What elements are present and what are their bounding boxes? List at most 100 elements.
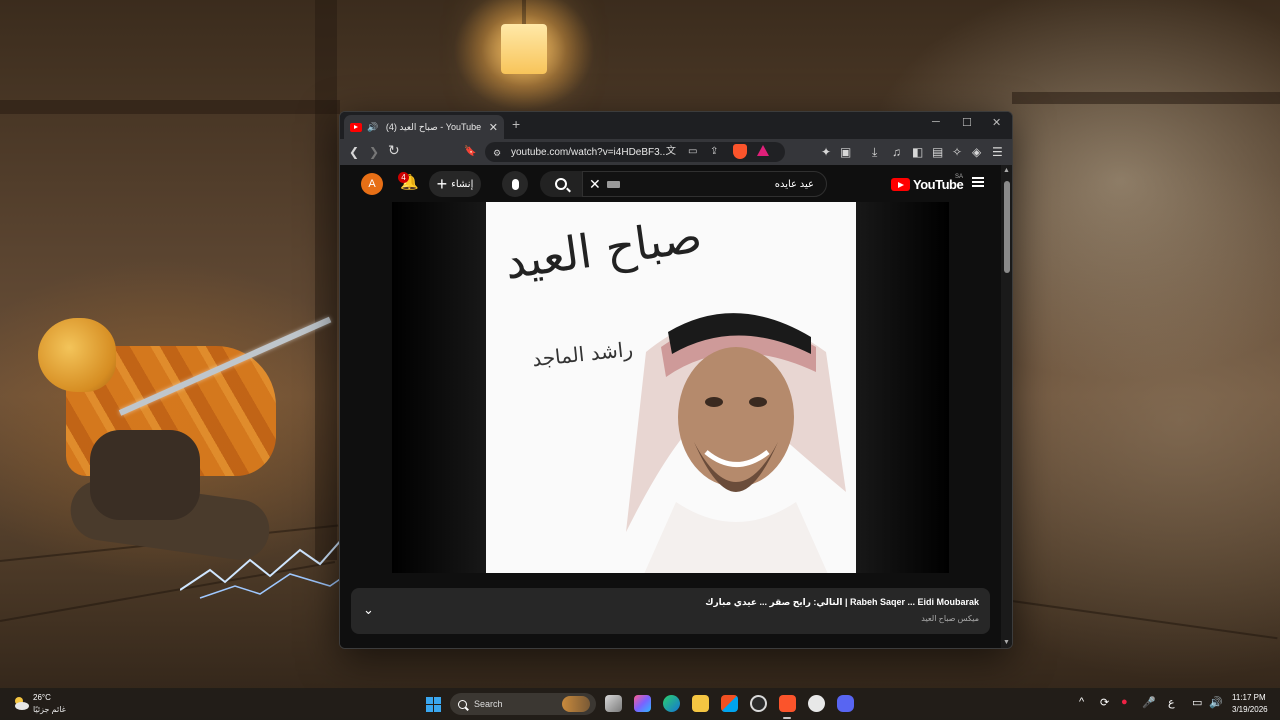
windows-logo-icon <box>426 705 433 712</box>
windows-logo-icon <box>426 697 433 704</box>
playlist-name: ميكس صباح العيد <box>921 614 979 623</box>
microsoft-store-icon[interactable] <box>721 695 738 712</box>
scroll-down-icon[interactable]: ▼ <box>1003 639 1010 646</box>
up-next-title[interactable]: التالي: رابح صقر ... عيدي مبارك | Rabeh … <box>705 597 979 608</box>
video-thumbnail[interactable]: صباح العيد راشد الماجد <box>486 202 856 573</box>
media-icon[interactable]: ♫ <box>892 144 901 160</box>
thumbnail-calligraphy: صباح العيد <box>501 208 706 290</box>
brave-browser-icon[interactable] <box>779 695 796 712</box>
tab-title: (4) صباح العيد - YouTube <box>385 121 482 132</box>
singer-portrait <box>626 313 846 573</box>
recording-icon[interactable]: ● <box>1121 696 1128 708</box>
microphone-icon <box>511 178 519 190</box>
active-app-indicator <box>783 717 791 719</box>
vpn-icon[interactable]: ◈ <box>972 144 981 160</box>
sync-icon[interactable]: ⟳ <box>1100 696 1109 709</box>
sidebar-icon[interactable]: ◧ <box>912 144 923 160</box>
up-next-panel[interactable]: ⌄ التالي: رابح صقر ... عيدي مبارك | Rabe… <box>351 588 990 634</box>
cast-icon[interactable]: ▭ <box>688 144 697 160</box>
weather-description[interactable]: غائم جزئيًا <box>33 705 66 714</box>
tab-search-icon[interactable]: ▣ <box>840 144 851 160</box>
scroll-up-icon[interactable]: ▲ <box>1003 167 1010 174</box>
wallpaper-floor-line <box>1011 600 1278 640</box>
voice-search-button[interactable] <box>502 171 528 197</box>
browser-window: 🔊 (4) صباح العيد - YouTube ✕ + ─ ☐ ✕ ❮ ❯… <box>339 111 1013 649</box>
maximize-button[interactable]: ☐ <box>962 116 972 129</box>
video-player[interactable]: صباح العيد راشد الماجد <box>392 202 949 573</box>
show-hidden-icons-chevron[interactable]: ^ <box>1079 696 1084 708</box>
taskbar-search-label: Search <box>474 699 503 709</box>
search-icon <box>458 699 467 709</box>
discord-icon[interactable] <box>837 695 854 712</box>
region-code: SA <box>955 174 964 180</box>
task-view-icon[interactable] <box>605 695 622 712</box>
guide-menu-icon[interactable] <box>972 177 984 187</box>
network-icon[interactable]: ▭ <box>1192 696 1202 709</box>
back-button[interactable]: ❮ <box>349 144 359 160</box>
windows-logo-icon <box>434 705 441 712</box>
edge-icon[interactable] <box>663 695 680 712</box>
download-icon[interactable]: ⤓ <box>872 144 877 160</box>
youtube-logo[interactable]: YouTube <box>891 177 964 192</box>
volume-icon[interactable]: 🔊 <box>1209 696 1223 709</box>
search-highlight-icon <box>562 696 590 712</box>
create-button[interactable]: + إنشاء <box>429 171 481 197</box>
brave-shields-icon[interactable] <box>733 144 747 159</box>
leo-ai-icon[interactable]: ✧ <box>952 144 962 160</box>
minimize-button[interactable]: ─ <box>932 116 940 128</box>
browser-toolbar: ❮ ❯ ↻ 🔖 ⚙ youtube.com/watch?v=i4HDeBF3..… <box>340 139 1012 165</box>
scrollbar-thumb[interactable] <box>1004 181 1010 273</box>
lamp <box>501 24 547 74</box>
site-info-icon[interactable]: ⚙ <box>493 145 501 161</box>
search-input[interactable]: ✕ عيد عايده <box>582 171 827 197</box>
character-hair <box>38 318 116 392</box>
forward-button[interactable]: ❯ <box>369 144 379 160</box>
search-icon <box>555 178 567 190</box>
taskbar: 26°C غائم جزئيًا Search ^ ⟳ ● 🎤 ع ▭ 🔊 11… <box>0 688 1280 720</box>
audio-playing-icon[interactable]: 🔊 <box>367 122 378 133</box>
wallpaper-beam <box>1012 92 1280 104</box>
partly-cloudy-icon[interactable] <box>12 694 30 712</box>
extensions-icon[interactable]: ✦ <box>821 144 831 160</box>
tab-close-icon[interactable]: ✕ <box>489 121 498 134</box>
obs-icon[interactable] <box>808 695 825 712</box>
keyboard-icon[interactable] <box>606 180 620 188</box>
youtube-play-icon <box>891 178 910 191</box>
windows-logo-icon <box>434 697 441 704</box>
file-explorer-icon[interactable] <box>692 695 709 712</box>
lamp-stem <box>522 0 526 24</box>
wallet-icon[interactable]: ▤ <box>932 144 943 160</box>
scrollbar[interactable]: ▲ ▼ <box>1001 165 1012 648</box>
brave-rewards-icon[interactable] <box>757 145 769 156</box>
search-button[interactable] <box>540 171 582 197</box>
taskbar-search[interactable]: Search <box>450 693 596 715</box>
share-icon[interactable]: ⇪ <box>710 144 718 160</box>
youtube-favicon-icon <box>350 122 362 132</box>
clock-time[interactable]: 11:17 PM <box>1232 693 1266 702</box>
translate-icon[interactable]: 文 <box>666 144 676 160</box>
bookmark-icon[interactable]: 🔖 <box>464 144 476 160</box>
tab-youtube[interactable]: 🔊 (4) صباح العيد - YouTube ✕ <box>344 115 504 139</box>
anime-character <box>30 310 370 600</box>
steam-icon[interactable] <box>750 695 767 712</box>
close-window-button[interactable]: ✕ <box>992 116 1001 129</box>
avatar[interactable]: A <box>361 173 383 195</box>
input-language[interactable]: ع <box>1168 696 1175 709</box>
plus-icon: + <box>436 174 448 194</box>
address-url: youtube.com/watch?v=i4HDeBF3... <box>511 146 669 158</box>
microphone-icon[interactable]: 🎤 <box>1142 696 1156 709</box>
player-shade <box>856 202 949 573</box>
menu-icon[interactable]: ☰ <box>992 144 1003 160</box>
start-button[interactable] <box>426 697 441 712</box>
wallpaper-beam <box>0 100 340 114</box>
chevron-down-icon[interactable]: ⌄ <box>363 602 374 618</box>
clear-search-icon[interactable]: ✕ <box>589 176 601 193</box>
tab-bar: 🔊 (4) صباح العيد - YouTube ✕ + ─ ☐ ✕ <box>340 112 1012 139</box>
weather-temperature[interactable]: 26°C <box>33 693 51 702</box>
copilot-icon[interactable] <box>634 695 651 712</box>
player-shade <box>392 202 487 573</box>
new-tab-button[interactable]: + <box>512 116 520 132</box>
clock-date[interactable]: 3/19/2026 <box>1232 705 1268 714</box>
youtube-page: A 🔔 4 + إنشاء ✕ عيد عايده YouTube SA صبا… <box>340 165 1000 648</box>
reload-button[interactable]: ↻ <box>388 142 400 158</box>
